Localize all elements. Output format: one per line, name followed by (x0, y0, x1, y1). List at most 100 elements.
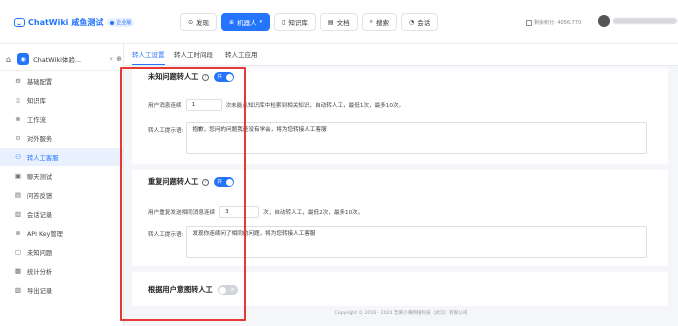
headset-icon: ⚇ (15, 153, 21, 161)
workflow-icon: ⊗ (15, 115, 21, 123)
sidebar-item-label: 统计分析 (27, 268, 53, 276)
nav-search[interactable]: ⌕ 搜索 (361, 13, 397, 31)
points-balance-label: 剩余积分: 4056,770 (534, 20, 582, 26)
unknown-prompt-row: 转人工提示语: 抱歉，您问的问题我还没有学会，将为您转接人工客服 (148, 122, 648, 154)
sidebar-item-label: 导出记录 (27, 287, 53, 295)
tab-handoff-settings[interactable]: 转人工设置 (132, 49, 165, 65)
edition-badge: 企业版 (107, 18, 135, 27)
globe-icon: ⊙ (15, 134, 21, 142)
toggle-label: 关 (230, 288, 235, 293)
sidebar-item-chat-test[interactable]: ▣ 聊天测试 (0, 167, 123, 185)
search-icon: ⌕ (369, 18, 373, 25)
nav-knowledge-base[interactable]: ▯ 知识库 (274, 13, 316, 31)
toggle-knob (219, 286, 227, 294)
nav-discover[interactable]: ⊙ 发现 (180, 13, 218, 31)
badge-dot-icon (110, 20, 115, 25)
repeat-question-panel: 重复问题转人工 ? 开 用户重复发送相同消息连续 3 次，自动转人工，最低2次，… (132, 170, 668, 266)
gear-icon: ⚙ (15, 77, 21, 85)
chevron-down-icon: ▾ (259, 19, 263, 25)
repeat-question-toggle[interactable]: 开 (214, 177, 235, 187)
key-icon: ⊚ (15, 229, 21, 237)
repeat-prompt-row: 转人工提示语: 发现你连续问了相同的问题，将为您转接人工客服 (148, 226, 648, 258)
sidebar-item-export-records[interactable]: ▧ 导出记录 (0, 281, 123, 299)
unknown-question-panel: 未知问题转人工 ? 开 用户消息连续 1 次未能从知识库中检索到相关知识，自动转… (132, 68, 668, 164)
count-prefix: 用户重复发送相同消息连续 (148, 210, 216, 216)
settings-tabs: 转人工设置 转人工时间段 转人工应用 (124, 44, 678, 66)
avatar (598, 15, 610, 27)
count-suffix: 次，自动转人工，最低2次，最多10次。 (263, 210, 364, 216)
robot-avatar-icon: ◉ (17, 53, 30, 65)
sidebar-item-label: API Key管理 (27, 230, 63, 238)
sidebar-item-label: 聊天测试 (27, 173, 53, 181)
repeat-count-row: 用户重复发送相同消息连续 3 次，自动转人工，最低2次，最多10次。 (148, 206, 363, 218)
unknown-question-toggle[interactable]: 开 (214, 72, 235, 82)
unknown-count-input[interactable]: 1 (185, 99, 222, 111)
top-header: ChatWiki 咸鱼测试 企业版 ⊙ 发现 ⊕ 机器人 ▾ ▯ 知识库 ▤ 文档 ⌕ 搜索… (0, 0, 678, 44)
nav-documents[interactable]: ▤ 文档 (319, 13, 358, 31)
sidebar: ⌂ ◉ ChatWiki体验... ∨ ⊕ ⚙ 基础配置 ▯ 知识库 ⊗ 工作流 ⊙ 对… (0, 44, 124, 326)
sidebar-item-unknown-questions[interactable]: ▢ 未知问题 (0, 243, 123, 261)
sidebar-divider (0, 70, 124, 71)
edition-badge-label: 企业版 (116, 20, 132, 26)
robot-name[interactable]: ChatWiki体验... (33, 54, 109, 64)
intent-header: 根据用户意图转人工 关 (148, 285, 238, 295)
repeat-prompt-textarea[interactable]: 发现你连续问了相同的问题，将为您转接人工客服 (186, 226, 648, 258)
toggle-knob (225, 73, 233, 81)
main-nav: ⊙ 发现 ⊕ 机器人 ▾ ▯ 知识库 ▤ 文档 ⌕ 搜索 ◔ 会话 (180, 13, 442, 31)
export-icon: ▧ (14, 286, 22, 294)
sidebar-menu: ⚙ 基础配置 ▯ 知识库 ⊗ 工作流 ⊙ 对外服务 ⚇ 转人工客服 ▣ 聊天测试 ▤ 问答反馈… (0, 72, 123, 300)
home-icon[interactable]: ⌂ (6, 55, 11, 64)
section-title: 根据用户意图转人工 (148, 285, 213, 294)
workspace-name: 咸鱼测试 (71, 18, 104, 27)
repeat-count-input[interactable]: 3 (219, 206, 260, 218)
intent-toggle[interactable]: 关 (217, 285, 238, 295)
sidebar-item-statistics[interactable]: ▦ 统计分析 (0, 262, 123, 280)
compass-icon: ⊙ (188, 18, 194, 26)
tab-handoff-apps[interactable]: 转人工应用 (225, 49, 258, 65)
toggle-label: 开 (217, 75, 222, 80)
unknown-prompt-textarea[interactable]: 抱歉，您问的问题我还没有学会，将为您转接人工客服 (186, 122, 648, 154)
coin-icon (526, 19, 532, 26)
user-menu[interactable]: ▾ (598, 15, 678, 27)
prompt-label: 转人工提示语: (148, 128, 184, 134)
add-robot-icon[interactable]: ⊕ (116, 55, 122, 63)
sidebar-item-label: 问答反馈 (27, 192, 53, 200)
sidebar-item-knowledge-base[interactable]: ▯ 知识库 (0, 91, 123, 109)
sidebar-item-basic-config[interactable]: ⚙ 基础配置 (0, 72, 123, 90)
unknown-question-header: 未知问题转人工 ? 开 (148, 72, 235, 82)
nav-chat[interactable]: ◔ 会话 (400, 13, 439, 31)
chatwiki-logo-icon (14, 18, 25, 27)
toggle-label: 开 (217, 180, 222, 185)
book-icon: ▯ (16, 96, 20, 104)
points-balance: 剩余积分: 4056,770 (526, 19, 581, 26)
sidebar-item-label: 转人工客服 (27, 154, 59, 162)
nav-knowledge-base-label: 知识库 (288, 19, 308, 27)
nav-documents-label: 文档 (336, 19, 350, 27)
tab-handoff-time[interactable]: 转人工时间段 (174, 49, 213, 65)
chat-test-icon: ▣ (14, 172, 22, 180)
nav-chat-label: 会话 (417, 19, 431, 27)
document-icon: ▤ (327, 18, 334, 26)
question-icon: ▢ (14, 248, 22, 256)
sidebar-item-label: 基础配置 (27, 78, 53, 86)
sidebar-item-human-handoff[interactable]: ⚇ 转人工客服 (0, 148, 123, 166)
chevron-down-icon[interactable]: ∨ (109, 56, 113, 62)
repeat-question-header: 重复问题转人工 ? 开 (148, 177, 235, 187)
help-icon[interactable]: ? (202, 73, 210, 81)
sidebar-item-label: 会话记录 (27, 211, 53, 219)
section-title: 重复问题转人工 (148, 177, 199, 186)
redacted-user-name (613, 18, 677, 24)
sidebar-item-label: 工作流 (27, 116, 46, 124)
sidebar-item-external-service[interactable]: ⊙ 对外服务 (0, 129, 123, 147)
nav-robot-label: 机器人 (237, 19, 257, 27)
app-logo[interactable]: ChatWiki 咸鱼测试 企业版 (14, 17, 135, 28)
help-icon[interactable]: ? (202, 178, 210, 186)
sidebar-item-qa-feedback[interactable]: ▤ 问答反馈 (0, 186, 123, 204)
sidebar-item-api-key[interactable]: ⊚ API Key管理 (0, 224, 123, 242)
sidebar-item-chat-records[interactable]: ▥ 会话记录 (0, 205, 123, 223)
chat-icon: ◔ (408, 18, 415, 26)
nav-robot[interactable]: ⊕ 机器人 ▾ (221, 13, 271, 31)
nav-discover-label: 发现 (196, 19, 210, 27)
toggle-knob (225, 178, 233, 186)
sidebar-item-workflow[interactable]: ⊗ 工作流 (0, 110, 123, 128)
